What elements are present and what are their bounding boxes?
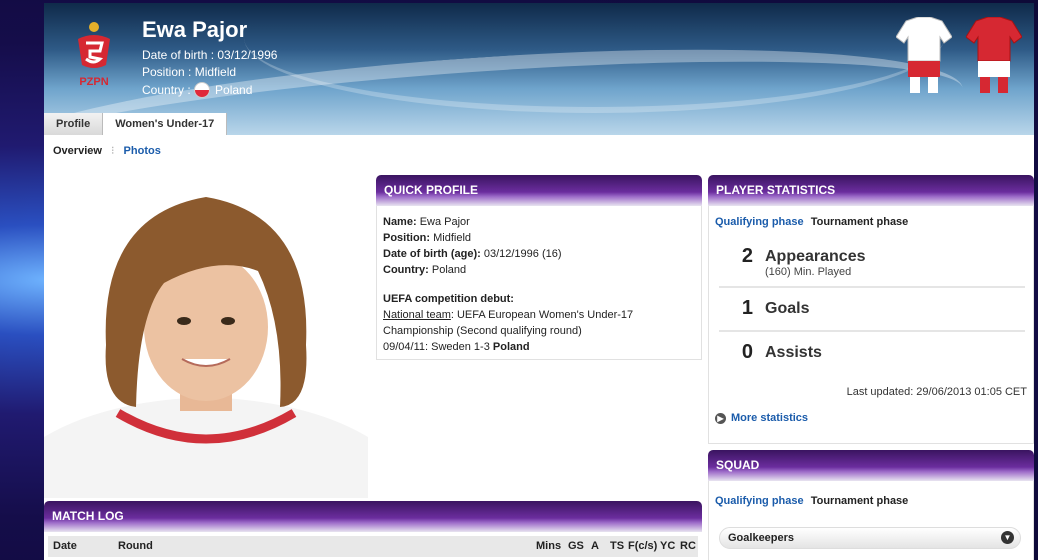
quick-profile-panel: Name: Ewa Pajor Position: Midfield Date …: [376, 206, 702, 360]
qp-country-label: Country:: [383, 264, 429, 276]
match-log-table-header: Date Round Mins GS A TS F(c/s) YC RC: [48, 536, 698, 557]
qp-debut-comp2: Championship (Second qualifying round): [383, 325, 582, 337]
away-kit-icon: [966, 17, 1022, 93]
home-kit-icon: [896, 17, 952, 93]
stat-goals: 1 Goals: [719, 288, 1025, 332]
subnav-photos[interactable]: Photos: [124, 145, 161, 157]
sub-navigation: Overview ⁝ Photos: [53, 144, 167, 157]
stat-sub: (160) Min. Played: [765, 266, 852, 278]
country-label: Country :: [142, 83, 191, 97]
qp-position-label: Position:: [383, 232, 431, 244]
col-round: Round: [118, 540, 153, 552]
country-value: Poland: [215, 83, 253, 97]
col-a: A: [591, 540, 599, 552]
profile-tabs: Profile Women's Under-17: [44, 113, 228, 135]
player-position: Position : Midfield: [142, 65, 237, 79]
qp-name-value: Ewa Pajor: [419, 216, 470, 228]
col-fouls: F(c/s): [628, 540, 658, 552]
player-name: Ewa Pajor: [142, 17, 248, 42]
player-statistics-header: PLAYER STATISTICS: [708, 175, 1034, 206]
goalkeepers-label: Goalkeepers: [728, 532, 795, 544]
stat-label: Assists: [765, 344, 822, 361]
qp-country-value: Poland: [431, 264, 467, 276]
stats-qualifying-phase-tab[interactable]: Qualifying phase: [715, 216, 804, 228]
qp-country-row: Country: Poland: [383, 262, 695, 278]
qp-debut-match-team: Poland: [492, 341, 530, 353]
player-dob: Date of birth : 03/12/1996: [142, 48, 278, 62]
qp-debut-match-text: 09/04/11: Sweden 1-3: [383, 341, 493, 353]
stat-label: Goals: [765, 300, 810, 317]
squad-phase-tabs: Qualifying phase Tournament phase: [715, 495, 1033, 507]
qp-dob-value: 03/12/1996 (16): [483, 248, 562, 260]
player-header: PZPN Ewa Pajor Date of birth : 03/12/199…: [44, 3, 1034, 135]
match-log-panel: Date Round Mins GS A TS F(c/s) YC RC: [44, 532, 702, 560]
svg-text:PZPN: PZPN: [79, 76, 108, 88]
qp-position-row: Position: Midfield: [383, 230, 695, 246]
col-gs: GS: [568, 540, 584, 552]
qp-dob-row: Date of birth (age): 03/12/1996 (16): [383, 246, 695, 262]
player-photo: [44, 175, 368, 498]
qp-position-value: Midfield: [433, 232, 472, 244]
stat-number: 2: [741, 245, 753, 267]
stat-number: 1: [741, 297, 753, 319]
more-statistics-link[interactable]: ▶ More statistics: [715, 412, 1033, 424]
subnav-separator: ⁝: [110, 145, 115, 157]
stats-phase-tabs: Qualifying phase Tournament phase: [715, 216, 1033, 228]
chevron-down-icon: ▼: [1001, 531, 1014, 544]
player-statistics-panel: Qualifying phase Tournament phase 2 Appe…: [708, 206, 1034, 444]
match-log-header: MATCH LOG: [44, 501, 702, 532]
stats-tournament-phase-tab[interactable]: Tournament phase: [811, 216, 909, 228]
qp-national-team-link[interactable]: National team: [383, 309, 451, 321]
qp-name-row: Name: Ewa Pajor: [383, 214, 695, 230]
stat-number: 0: [741, 341, 753, 363]
poland-flag-icon: [194, 82, 211, 98]
tab-profile[interactable]: Profile: [44, 113, 104, 135]
arrow-right-icon: ▶: [715, 413, 726, 424]
federation-logo-icon: PZPN: [78, 22, 110, 88]
col-ts: TS: [610, 540, 625, 552]
qp-debut-competition: National team: UEFA European Women's Und…: [383, 307, 695, 323]
player-portrait-icon: [44, 197, 368, 498]
stat-appearances: 2 Appearances (160) Min. Played: [719, 236, 1025, 288]
stat-assists: 0 Assists: [719, 332, 1025, 376]
squad-qualifying-phase-tab[interactable]: Qualifying phase: [715, 495, 804, 507]
qp-name-label: Name:: [383, 216, 417, 228]
qp-dob-label: Date of birth (age):: [383, 248, 481, 260]
page: PZPN Ewa Pajor Date of birth : 03/12/199…: [44, 3, 1034, 560]
col-mins: Mins: [536, 540, 562, 552]
goalkeepers-dropdown[interactable]: Goalkeepers ▼: [719, 527, 1021, 549]
subnav-overview[interactable]: Overview: [53, 145, 102, 157]
col-date: Date: [53, 540, 77, 552]
stat-label: Appearances: [765, 248, 866, 265]
tab-womens-under-17[interactable]: Women's Under-17: [103, 113, 228, 135]
player-country: Country : Poland: [142, 82, 252, 98]
col-yc: YC: [660, 540, 676, 552]
qp-debut-match: 09/04/11: Sweden 1-3 Poland: [383, 339, 695, 355]
quick-profile-header: QUICK PROFILE: [376, 175, 702, 206]
col-rc: RC: [680, 540, 696, 552]
squad-panel: Qualifying phase Tournament phase Goalke…: [708, 481, 1034, 560]
stats-last-updated: Last updated: 29/06/2013 01:05 CET: [846, 386, 1027, 398]
squad-tournament-phase-tab[interactable]: Tournament phase: [811, 495, 909, 507]
more-statistics-label: More statistics: [731, 412, 809, 424]
squad-header: SQUAD: [708, 450, 1034, 481]
qp-debut-comp: : UEFA European Women's Under-17: [450, 309, 634, 321]
qp-debut-label: UEFA competition debut:: [383, 293, 514, 305]
